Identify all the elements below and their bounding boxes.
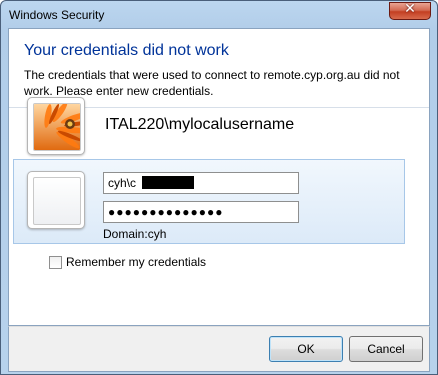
ok-button[interactable]: OK [269,336,343,362]
new-credentials-tile [27,171,85,229]
redaction-bar [142,176,194,189]
close-icon: ✕ [404,1,416,17]
saved-account-name[interactable]: ITAL220\mylocalusername [105,116,294,134]
remember-credentials-checkbox[interactable] [49,256,62,269]
cancel-button[interactable]: Cancel [349,336,423,362]
saved-account-tile[interactable] [27,97,85,155]
error-headline: Your credentials did not work [24,42,229,59]
error-message: The credentials that were used to connec… [24,68,400,98]
domain-value: cyh [147,227,167,241]
domain-label: Domain: [103,227,148,241]
title-bar[interactable]: Windows Security ✕ [1,1,437,27]
button-footer: OK Cancel [8,326,430,372]
close-button[interactable]: ✕ [389,1,431,20]
windows-security-dialog: Windows Security ✕ Your credentials did … [0,0,438,375]
remember-credentials-label[interactable]: Remember my credentials [66,255,206,269]
domain-info: Domain:cyh [103,227,166,241]
flower-avatar-icon [33,103,81,151]
password-field[interactable]: ●●●●●●●●●●●●●● [103,201,299,223]
blank-user-avatar-icon [33,177,81,225]
username-field[interactable] [103,172,299,194]
window-title: Windows Security [9,8,105,22]
